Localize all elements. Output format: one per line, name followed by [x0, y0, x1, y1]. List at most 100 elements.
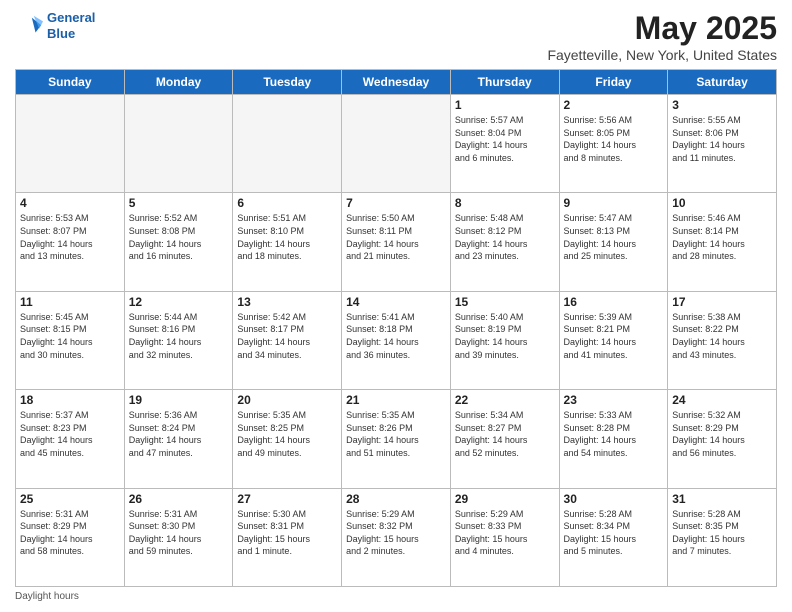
col-header-thursday: Thursday	[450, 70, 559, 95]
col-header-friday: Friday	[559, 70, 668, 95]
calendar-cell: 5Sunrise: 5:52 AM Sunset: 8:08 PM Daylig…	[124, 193, 233, 291]
day-info: Sunrise: 5:28 AM Sunset: 8:34 PM Dayligh…	[564, 508, 664, 558]
calendar-cell: 16 Sunrise: 5:39 AM Sunset: 8:21 PM Dayli…	[559, 291, 668, 389]
day-info: Sunrise: 5:51 AM Sunset: 8:10 PM Dayligh…	[237, 212, 337, 262]
day-info: Sunrise: 5:50 AM Sunset: 8:11 PM Dayligh…	[346, 212, 446, 262]
week-row-3: 11 Sunrise: 5:45 AM Sunset: 8:15 PM Dayli…	[16, 291, 777, 389]
calendar-cell: 15 Sunrise: 5:40 AM Sunset: 8:19 PM Dayli…	[450, 291, 559, 389]
day-number: 27	[237, 492, 337, 506]
day-info: Sunrise: 5:39 AM Sunset: 8:21 PM Dayligh…	[564, 311, 664, 361]
title-block: May 2025 Fayetteville, New York, United …	[547, 10, 777, 63]
day-info: Sunrise: 5:35 AM Sunset: 8:25 PM Dayligh…	[237, 409, 337, 459]
day-number: 24	[672, 393, 772, 407]
day-number: 20	[237, 393, 337, 407]
calendar-cell: 13 Sunrise: 5:42 AM Sunset: 8:17 PM Dayli…	[233, 291, 342, 389]
week-row-1: 1 Sunrise: 5:57 AM Sunset: 8:04 PM Daylig…	[16, 95, 777, 193]
day-number: 30	[564, 492, 664, 506]
day-info: Sunrise: 5:29 AM Sunset: 8:33 PM Dayligh…	[455, 508, 555, 558]
calendar-cell: 26 Sunrise: 5:31 AM Sunset: 8:30 PM Dayli…	[124, 488, 233, 586]
day-info: Sunrise: 5:42 AM Sunset: 8:17 PM Dayligh…	[237, 311, 337, 361]
calendar-cell: 9Sunrise: 5:47 AM Sunset: 8:13 PM Daylig…	[559, 193, 668, 291]
day-number: 8	[455, 196, 555, 210]
day-info: Sunrise: 5:30 AM Sunset: 8:31 PM Dayligh…	[237, 508, 337, 558]
calendar-cell: 11 Sunrise: 5:45 AM Sunset: 8:15 PM Dayli…	[16, 291, 125, 389]
day-info: Sunrise: 5:55 AM Sunset: 8:06 PM Dayligh…	[672, 114, 772, 164]
day-info: Sunrise: 5:31 AM Sunset: 8:29 PM Dayligh…	[20, 508, 120, 558]
day-number: 10	[672, 196, 772, 210]
day-number: 16	[564, 295, 664, 309]
day-info: Sunrise: 5:32 AM Sunset: 8:29 PM Dayligh…	[672, 409, 772, 459]
day-info: Sunrise: 5:56 AM Sunset: 8:05 PM Dayligh…	[564, 114, 664, 164]
main-title: May 2025	[547, 10, 777, 47]
calendar-cell: 29Sunrise: 5:29 AM Sunset: 8:33 PM Dayli…	[450, 488, 559, 586]
day-number: 22	[455, 393, 555, 407]
calendar-cell	[233, 95, 342, 193]
day-info: Sunrise: 5:38 AM Sunset: 8:22 PM Dayligh…	[672, 311, 772, 361]
calendar-cell: 25 Sunrise: 5:31 AM Sunset: 8:29 PM Dayli…	[16, 488, 125, 586]
week-row-5: 25 Sunrise: 5:31 AM Sunset: 8:29 PM Dayli…	[16, 488, 777, 586]
day-number: 17	[672, 295, 772, 309]
col-header-wednesday: Wednesday	[342, 70, 451, 95]
day-info: Sunrise: 5:57 AM Sunset: 8:04 PM Dayligh…	[455, 114, 555, 164]
day-number: 4	[20, 196, 120, 210]
col-header-monday: Monday	[124, 70, 233, 95]
day-info: Sunrise: 5:45 AM Sunset: 8:15 PM Dayligh…	[20, 311, 120, 361]
header: General Blue May 2025 Fayetteville, New …	[15, 10, 777, 63]
calendar-cell	[124, 95, 233, 193]
day-number: 2	[564, 98, 664, 112]
day-number: 1	[455, 98, 555, 112]
day-info: Sunrise: 5:34 AM Sunset: 8:27 PM Dayligh…	[455, 409, 555, 459]
calendar-table: SundayMondayTuesdayWednesdayThursdayFrid…	[15, 69, 777, 587]
day-info: Sunrise: 5:41 AM Sunset: 8:18 PM Dayligh…	[346, 311, 446, 361]
day-number: 12	[129, 295, 229, 309]
day-info: Sunrise: 5:33 AM Sunset: 8:28 PM Dayligh…	[564, 409, 664, 459]
calendar-cell: 30 Sunrise: 5:28 AM Sunset: 8:34 PM Dayli…	[559, 488, 668, 586]
day-number: 3	[672, 98, 772, 112]
calendar-cell: 2 Sunrise: 5:56 AM Sunset: 8:05 PM Daylig…	[559, 95, 668, 193]
day-info: Sunrise: 5:40 AM Sunset: 8:19 PM Dayligh…	[455, 311, 555, 361]
day-info: Sunrise: 5:53 AM Sunset: 8:07 PM Dayligh…	[20, 212, 120, 262]
col-header-tuesday: Tuesday	[233, 70, 342, 95]
calendar-cell: 7 Sunrise: 5:50 AM Sunset: 8:11 PM Daylig…	[342, 193, 451, 291]
logo: General Blue	[15, 10, 95, 41]
calendar-header-row: SundayMondayTuesdayWednesdayThursdayFrid…	[16, 70, 777, 95]
day-number: 23	[564, 393, 664, 407]
calendar-cell: 4 Sunrise: 5:53 AM Sunset: 8:07 PM Daylig…	[16, 193, 125, 291]
day-number: 14	[346, 295, 446, 309]
day-info: Sunrise: 5:31 AM Sunset: 8:30 PM Dayligh…	[129, 508, 229, 558]
calendar-cell: 28Sunrise: 5:29 AM Sunset: 8:32 PM Dayli…	[342, 488, 451, 586]
day-number: 25	[20, 492, 120, 506]
day-number: 9	[564, 196, 664, 210]
day-number: 19	[129, 393, 229, 407]
week-row-2: 4 Sunrise: 5:53 AM Sunset: 8:07 PM Daylig…	[16, 193, 777, 291]
day-number: 15	[455, 295, 555, 309]
subtitle: Fayetteville, New York, United States	[547, 47, 777, 63]
col-header-sunday: Sunday	[16, 70, 125, 95]
day-number: 18	[20, 393, 120, 407]
day-info: Sunrise: 5:52 AM Sunset: 8:08 PM Dayligh…	[129, 212, 229, 262]
day-info: Sunrise: 5:35 AM Sunset: 8:26 PM Dayligh…	[346, 409, 446, 459]
day-number: 26	[129, 492, 229, 506]
day-info: Sunrise: 5:37 AM Sunset: 8:23 PM Dayligh…	[20, 409, 120, 459]
col-header-saturday: Saturday	[668, 70, 777, 95]
day-number: 28	[346, 492, 446, 506]
calendar-cell: 21 Sunrise: 5:35 AM Sunset: 8:26 PM Dayli…	[342, 390, 451, 488]
day-number: 13	[237, 295, 337, 309]
calendar-cell: 10Sunrise: 5:46 AM Sunset: 8:14 PM Dayli…	[668, 193, 777, 291]
day-info: Sunrise: 5:44 AM Sunset: 8:16 PM Dayligh…	[129, 311, 229, 361]
day-number: 31	[672, 492, 772, 506]
logo-icon	[15, 12, 43, 40]
calendar-cell: 18 Sunrise: 5:37 AM Sunset: 8:23 PM Dayli…	[16, 390, 125, 488]
calendar-cell: 17 Sunrise: 5:38 AM Sunset: 8:22 PM Dayli…	[668, 291, 777, 389]
page: General Blue May 2025 Fayetteville, New …	[0, 0, 792, 612]
calendar-cell: 24 Sunrise: 5:32 AM Sunset: 8:29 PM Dayli…	[668, 390, 777, 488]
logo-line2: Blue	[47, 26, 95, 42]
day-number: 7	[346, 196, 446, 210]
day-info: Sunrise: 5:36 AM Sunset: 8:24 PM Dayligh…	[129, 409, 229, 459]
calendar-cell	[16, 95, 125, 193]
day-number: 11	[20, 295, 120, 309]
day-number: 21	[346, 393, 446, 407]
calendar-cell: 22 Sunrise: 5:34 AM Sunset: 8:27 PM Dayli…	[450, 390, 559, 488]
logo-line1: General	[47, 10, 95, 26]
day-info: Sunrise: 5:28 AM Sunset: 8:35 PM Dayligh…	[672, 508, 772, 558]
